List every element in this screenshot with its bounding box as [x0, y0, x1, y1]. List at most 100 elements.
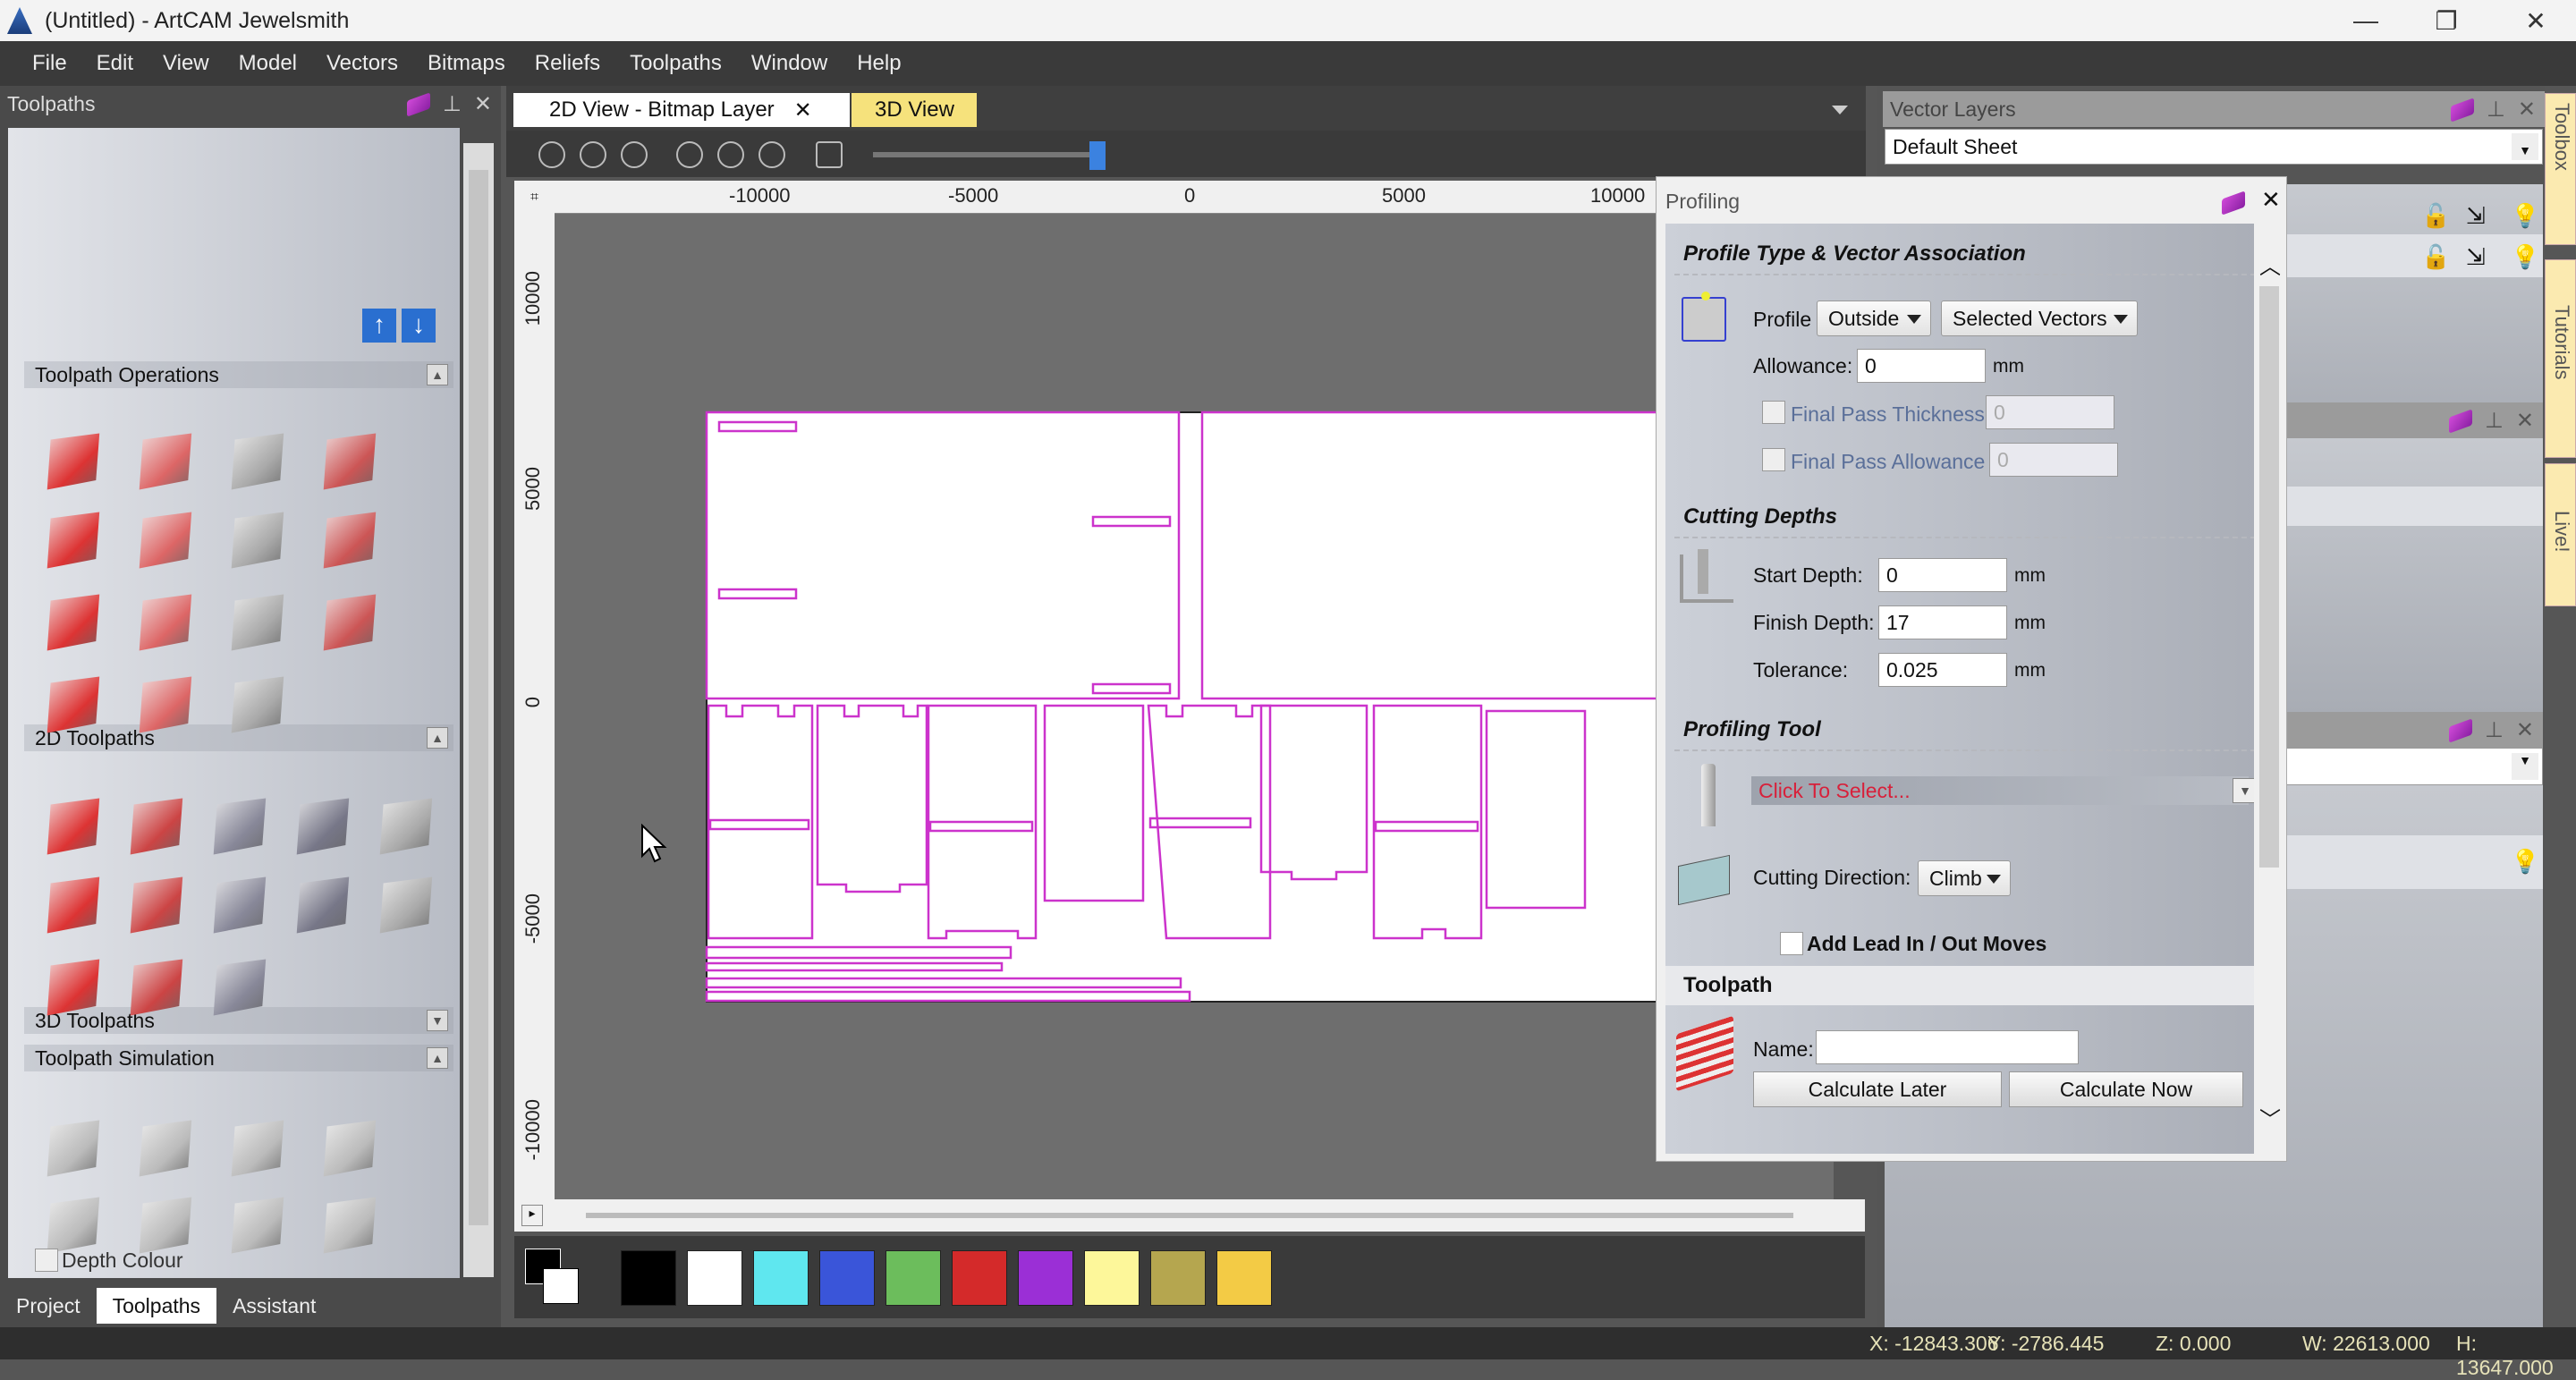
collapse-icon[interactable]: ▲: [427, 727, 448, 749]
expand-icon[interactable]: ▼: [427, 1010, 448, 1031]
profiling-scrollbar[interactable]: ︿ ﹀: [2254, 224, 2284, 1154]
allowance-input[interactable]: 0: [1857, 349, 1986, 383]
color-swatch[interactable]: [687, 1250, 742, 1306]
visibility-bulb-icon[interactable]: 💡: [2511, 243, 2539, 271]
simulate-single-icon[interactable]: [231, 1120, 284, 1177]
lead-in-out-checkbox[interactable]: [1780, 932, 1803, 955]
dropdown-arrow-icon[interactable]: ▼: [2512, 133, 2538, 160]
calculate-now-button[interactable]: Calculate Now: [2009, 1071, 2243, 1107]
menu-vectors[interactable]: Vectors: [326, 51, 398, 76]
scroll-left-icon[interactable]: ▸: [521, 1205, 543, 1226]
color-swatch[interactable]: [952, 1250, 1007, 1306]
scroll-up-icon[interactable]: ︿: [2259, 249, 2281, 280]
toolpath-info-icon[interactable]: [139, 433, 192, 490]
menu-model[interactable]: Model: [239, 51, 297, 76]
lock-icon[interactable]: 🔓: [2421, 202, 2450, 230]
depth-colour-checkbox[interactable]: [35, 1249, 58, 1272]
color-swatch[interactable]: [1084, 1250, 1140, 1306]
zoom-previous-icon[interactable]: [621, 141, 648, 168]
zoom-in-icon[interactable]: [538, 141, 565, 168]
pin-icon[interactable]: ⊥: [2487, 97, 2505, 123]
tab-toolpaths[interactable]: Toolpaths: [96, 1288, 217, 1324]
profile-side-dropdown[interactable]: Outside: [1817, 301, 1931, 336]
drill-icon[interactable]: [47, 876, 100, 934]
color-swatch[interactable]: [621, 1250, 676, 1306]
close-panel-icon[interactable]: ✕: [2516, 717, 2534, 743]
menu-file[interactable]: File: [32, 51, 67, 76]
simulate-block-icon[interactable]: [47, 1120, 100, 1177]
close-panel-icon[interactable]: ✕: [474, 91, 492, 117]
zoom-all-icon[interactable]: [758, 141, 785, 168]
zoom-box-icon[interactable]: [717, 141, 744, 168]
select-layer-icon[interactable]: ⇲: [2466, 243, 2486, 271]
final-pass-thickness-checkbox[interactable]: [1762, 401, 1785, 424]
calculate-later-button[interactable]: Calculate Later: [1753, 1071, 2002, 1107]
pin-icon[interactable]: ⊥: [2485, 717, 2504, 743]
tab-project[interactable]: Project: [0, 1288, 97, 1324]
side-tab-tutorials[interactable]: Tutorials: [2545, 259, 2576, 458]
help-book-icon[interactable]: [2448, 718, 2472, 743]
visibility-bulb-icon[interactable]: 💡: [2511, 848, 2539, 876]
side-tab-toolbox[interactable]: Toolbox: [2545, 93, 2576, 245]
tab-list-dropdown-icon[interactable]: [1832, 106, 1848, 114]
area-clearance-icon[interactable]: [213, 798, 267, 855]
menu-view[interactable]: View: [163, 51, 209, 76]
canvas-horizontal-scrollbar[interactable]: ▸: [514, 1199, 1865, 1232]
collapse-icon[interactable]: ▲: [427, 1047, 448, 1069]
simulate-all-icon[interactable]: [139, 1120, 192, 1177]
close-button[interactable]: ✕: [2496, 0, 2576, 41]
tab-2d-view[interactable]: 2D View - Bitmap Layer ✕: [513, 93, 850, 127]
simulate-toolpath-icon[interactable]: [139, 594, 192, 651]
zoom-out-icon[interactable]: [580, 141, 606, 168]
inlay-icon[interactable]: [130, 798, 183, 855]
machine-relief-icon[interactable]: [130, 876, 183, 934]
scroll-track[interactable]: [586, 1213, 1793, 1218]
zoom-fit-icon[interactable]: [676, 141, 703, 168]
section-3d-toolpaths[interactable]: 3D Toolpaths ▼: [24, 1007, 453, 1034]
menu-reliefs[interactable]: Reliefs: [535, 51, 600, 76]
final-pass-allowance-checkbox[interactable]: [1762, 448, 1785, 471]
move-down-button[interactable]: ↓: [402, 309, 436, 343]
color-swatch[interactable]: [753, 1250, 809, 1306]
close-panel-icon[interactable]: ✕: [2518, 97, 2536, 123]
menu-bitmaps[interactable]: Bitmaps: [428, 51, 505, 76]
close-panel-icon[interactable]: ✕: [2516, 408, 2534, 434]
simulation-info-icon[interactable]: [323, 1197, 377, 1254]
section-toolpath-simulation[interactable]: Toolpath Simulation ▲: [24, 1045, 453, 1071]
help-book-icon[interactable]: [406, 92, 430, 117]
snapshot-icon[interactable]: [816, 141, 843, 168]
transform-toolpath-icon[interactable]: [323, 594, 377, 651]
scroll-down-icon[interactable]: ﹀: [2259, 1102, 2281, 1133]
material-setup-icon[interactable]: [323, 512, 377, 569]
emboss-icon[interactable]: [296, 876, 350, 934]
close-profiling-icon[interactable]: ✕: [2261, 186, 2281, 214]
scroll-thumb[interactable]: [2259, 286, 2279, 868]
pin-icon[interactable]: ⊥: [2485, 408, 2504, 434]
load-simulation-icon[interactable]: [231, 1197, 284, 1254]
help-book-icon[interactable]: [2450, 97, 2474, 123]
ruler-origin-icon[interactable]: ⌗: [514, 181, 555, 214]
select-layer-icon[interactable]: ⇲: [2466, 202, 2486, 230]
visibility-bulb-icon[interactable]: 💡: [2511, 202, 2539, 230]
collapse-icon[interactable]: ▲: [427, 364, 448, 385]
restore-button[interactable]: ❐: [2406, 0, 2487, 41]
save-toolpath-icon[interactable]: [47, 433, 100, 490]
help-book-icon[interactable]: [2448, 409, 2472, 434]
toolpath-list-icon[interactable]: [139, 512, 192, 569]
tool-select-bar[interactable]: Click To Select...: [1751, 776, 2249, 805]
color-swatch[interactable]: [819, 1250, 875, 1306]
v-bit-carving-icon[interactable]: [296, 798, 350, 855]
engraving-icon[interactable]: [379, 798, 433, 855]
final-pass-allowance-input[interactable]: 0: [1989, 443, 2118, 477]
close-tab-icon[interactable]: ✕: [794, 97, 812, 123]
bevel-carving-icon[interactable]: [213, 876, 267, 934]
background-color-swatch[interactable]: [543, 1268, 579, 1304]
side-tab-live[interactable]: Live!: [2545, 463, 2576, 606]
create-block-icon[interactable]: [47, 594, 100, 651]
tab-3d-view[interactable]: 3D View: [852, 93, 977, 127]
profile-icon[interactable]: [47, 798, 100, 855]
minimize-button[interactable]: —: [2326, 0, 2406, 41]
feature-machining-icon[interactable]: [379, 876, 433, 934]
start-depth-input[interactable]: 0: [1878, 558, 2007, 592]
lock-icon[interactable]: 🔓: [2421, 243, 2450, 271]
